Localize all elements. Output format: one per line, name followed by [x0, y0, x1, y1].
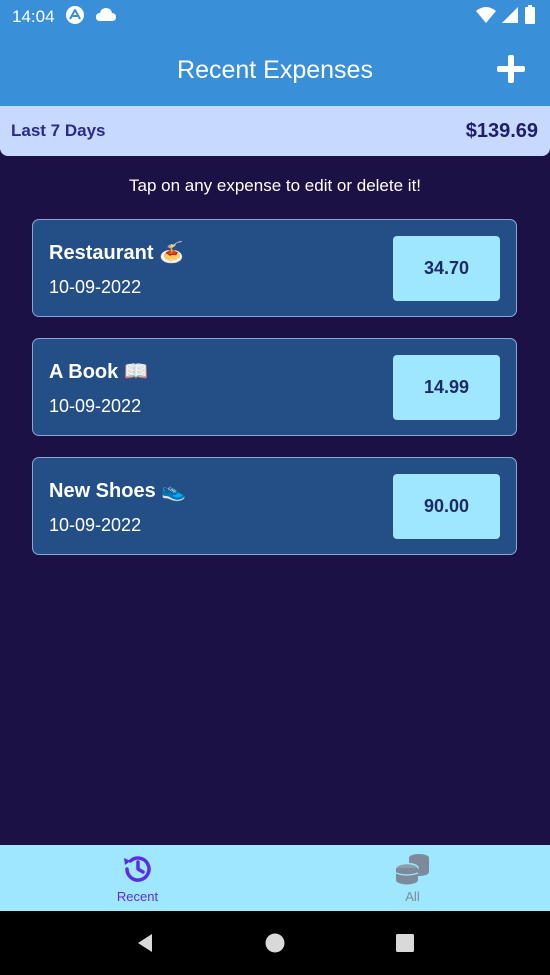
expo-icon [65, 5, 85, 30]
expense-description: New Shoes 👟 [49, 480, 187, 502]
expense-description: Restaurant 🍝 [49, 242, 184, 264]
expense-item[interactable]: Restaurant 🍝 10-09-2022 34.70 [32, 219, 517, 317]
cloud-icon [95, 7, 117, 28]
expense-amount: 90.00 [393, 474, 500, 539]
tab-recent[interactable]: Recent [0, 845, 275, 911]
tab-all[interactable]: All [275, 845, 550, 911]
coins-icon [394, 854, 429, 885]
home-button[interactable] [255, 923, 295, 963]
signal-icon [502, 6, 518, 29]
info-text: Tap on any expense to edit or delete it! [128, 176, 422, 195]
expense-date: 10-09-2022 [49, 515, 142, 535]
expense-amount: 34.70 [393, 236, 500, 301]
status-time: 14:04 [12, 7, 55, 26]
bottom-tab-bar: Recent All [0, 845, 550, 911]
expense-amount: 14.99 [393, 355, 500, 420]
home-icon [265, 933, 285, 953]
expenses-summary: Last 7 Days $139.69 [0, 106, 550, 156]
expense-item[interactable]: New Shoes 👟 10-09-2022 90.00 [32, 457, 517, 555]
header: Recent Expenses [0, 34, 550, 106]
expense-list: Restaurant 🍝 10-09-2022 34.70 A Book 📖 1… [32, 219, 517, 576]
system-nav-bar [0, 911, 550, 975]
recents-button[interactable] [385, 923, 425, 963]
wifi-icon [476, 6, 496, 29]
history-icon [123, 856, 151, 882]
summary-period: Last 7 Days [11, 121, 106, 140]
page-title: Recent Expenses [177, 56, 373, 84]
expense-date: 10-09-2022 [49, 396, 142, 416]
recents-icon [396, 934, 414, 952]
back-icon [138, 934, 152, 952]
expense-description: A Book 📖 [49, 361, 149, 383]
status-right [476, 4, 536, 30]
status-bar: 14:04 [0, 0, 550, 34]
battery-icon [524, 4, 536, 30]
expense-date: 10-09-2022 [49, 277, 142, 297]
summary-sum: $139.69 [465, 119, 538, 142]
back-button[interactable] [125, 923, 165, 963]
tab-all-label: All [405, 889, 420, 904]
status-left: 14:04 [12, 5, 117, 30]
plus-icon [497, 55, 525, 83]
expense-item[interactable]: A Book 📖 10-09-2022 14.99 [32, 338, 517, 436]
tab-recent-label: Recent [116, 889, 159, 904]
add-expense-button[interactable] [494, 52, 528, 86]
